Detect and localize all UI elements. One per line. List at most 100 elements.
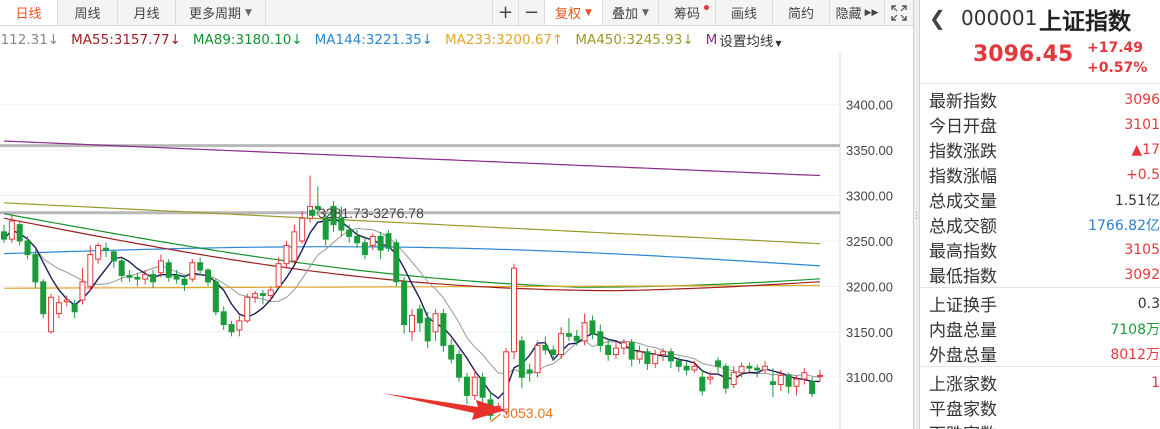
candle-body — [581, 322, 588, 342]
candle-body — [573, 335, 580, 342]
candle-body — [769, 381, 776, 385]
tab-weekly-label: 周线 — [74, 7, 101, 22]
stat-value: +0.5 — [1126, 166, 1160, 183]
adjust-dropdown[interactable]: 复权 ▼ — [545, 0, 603, 25]
stat-row: 内盘总量 7108万 — [921, 316, 1160, 341]
resize-grip-icon[interactable]: · · · — [915, 209, 918, 225]
candle-body — [762, 365, 769, 371]
stat-row: 外盘总量 8012万 — [921, 341, 1160, 366]
ma-value-233: MA233:3200.67↑ — [445, 32, 563, 48]
candle-body — [393, 242, 400, 283]
tab-daily[interactable]: 日线 — [0, 0, 58, 25]
candle-body — [259, 293, 266, 296]
caret-down-icon: ▼ — [585, 7, 592, 18]
chips-label: 筹码 — [673, 7, 700, 22]
tab-daily-label: 日线 — [15, 7, 42, 22]
stat-value: 3101 — [1124, 116, 1160, 133]
ma-arrow-icon: ↑ — [552, 32, 564, 48]
candle-body — [440, 313, 447, 346]
quote-panel: ❮ 000001 上证指数 3096.45 +17.49 +0.57% 最新指数… — [921, 0, 1160, 429]
y-tick-label: 3200.00 — [846, 279, 893, 294]
ma-arrow-icon: ↓ — [47, 32, 60, 48]
drawing-button[interactable]: 画线 — [716, 0, 773, 25]
ma-value-144-text: MA144:3221.35 — [314, 32, 422, 48]
stat-label: 总成交额 — [929, 217, 997, 237]
ma-value-89-text: MA89:3180.10 — [192, 32, 292, 48]
candle-body — [628, 342, 635, 360]
ma-arrow-icon: ↓ — [169, 32, 181, 48]
stat-row: 最高指数 3105 — [921, 237, 1160, 263]
adjust-label: 复权 — [555, 7, 582, 22]
candle-body — [597, 331, 604, 346]
candle-body — [448, 344, 455, 360]
ma-value-extra: M — [706, 32, 718, 48]
candle-body — [150, 274, 157, 283]
stat-value: 8012万 — [1110, 346, 1160, 363]
ma-value-1: 3112.31↓ — [0, 32, 59, 48]
candle-body — [613, 347, 619, 356]
stat-label: 平盘家数 — [929, 400, 997, 420]
low-label: 3053.04 — [502, 405, 553, 421]
stat-value: 3092 — [1124, 266, 1160, 283]
candle-body — [16, 224, 23, 242]
price-change: +17.49 +0.57% — [1087, 38, 1147, 78]
stock-name: 上证指数 — [1039, 9, 1131, 35]
stat-value: ▲17 — [1131, 141, 1160, 158]
fullscreen-icon — [891, 4, 907, 21]
candle-body — [173, 274, 180, 280]
zoom-out-button[interactable]: − — [519, 0, 545, 25]
ma-settings-dropdown[interactable]: 设置均线 ▼ — [719, 30, 781, 50]
fullscreen-button[interactable] — [885, 0, 913, 25]
stat-row: 最低指数 3092 — [921, 262, 1160, 288]
candle-body — [95, 244, 102, 260]
drawing-label: 画线 — [730, 7, 757, 22]
stat-label: 下跌家数 — [929, 420, 997, 429]
quote-stats-main: 最新指数 3096 今日开盘 3101 指数涨跌 ▲17 指数涨幅 +0.5 总成交量 1.51亿… — [921, 84, 1160, 288]
candle-body — [283, 244, 290, 265]
candle-body — [32, 254, 39, 283]
candle-body — [691, 365, 698, 371]
ma-value-450: MA450:3245.93↓ — [575, 32, 693, 48]
stat-row: 下跌家数 — [921, 420, 1160, 429]
stat-value: 1 — [1151, 374, 1160, 391]
candle-body — [416, 308, 423, 324]
y-tick-label: 3100.00 — [846, 370, 893, 385]
candle-body — [205, 269, 211, 283]
candle-body — [636, 351, 643, 360]
candlestick-chart[interactable]: 3400.00 3350.00 3300.00 3250.00 3200.00 3150.… — [0, 52, 913, 429]
candle-body — [79, 281, 86, 301]
simple-mode-button[interactable]: 简约 — [773, 0, 830, 25]
overlay-dropdown[interactable]: 叠加 ▼ — [603, 0, 659, 25]
candle-body — [110, 251, 117, 262]
stat-row: 最新指数 3096 — [921, 87, 1160, 113]
chips-button[interactable]: 筹码 — [659, 0, 716, 25]
candle-body — [730, 372, 737, 385]
candle-body — [63, 299, 70, 303]
quote-stats-volume: 上证换手 0.3 内盘总量 7108万 外盘总量 8012万 — [921, 288, 1160, 367]
stat-row: 指数涨幅 +0.5 — [921, 162, 1160, 188]
minus-icon: − — [523, 2, 540, 23]
tab-weekly[interactable]: 周线 — [58, 0, 118, 25]
moving-average-bar: 3112.31↓ MA55:3157.77↓ MA89:3180.10↓ MA1… — [0, 28, 840, 52]
candle-body — [197, 262, 204, 271]
left-chevron-icon[interactable]: ❮ — [929, 6, 946, 30]
tab-monthly[interactable]: 月线 — [118, 0, 176, 25]
candle-body — [118, 260, 125, 276]
stat-row: 上涨家数 1 — [921, 370, 1160, 396]
stat-value: 0.3 — [1137, 295, 1160, 312]
hide-button[interactable]: 隐藏 ▶▶ — [830, 0, 885, 25]
ma-arrow-icon: ↓ — [682, 32, 694, 48]
ma-arrow-icon: ↓ — [421, 32, 433, 48]
stat-label: 上涨家数 — [929, 375, 997, 395]
toolbar-spacer — [266, 0, 493, 25]
candle-body — [71, 304, 78, 313]
stat-label: 外盘总量 — [929, 346, 997, 366]
more-periods-dropdown[interactable]: 更多周期 ▼ — [176, 0, 266, 25]
red-arrow-icon — [382, 393, 506, 420]
zoom-in-button[interactable]: + — [493, 0, 519, 25]
stat-label: 总成交量 — [929, 192, 997, 212]
candle-body — [48, 296, 55, 333]
ma-value-233-text: MA233:3200.67 — [444, 32, 553, 48]
candle-body — [471, 376, 478, 396]
candle-body — [369, 235, 376, 246]
